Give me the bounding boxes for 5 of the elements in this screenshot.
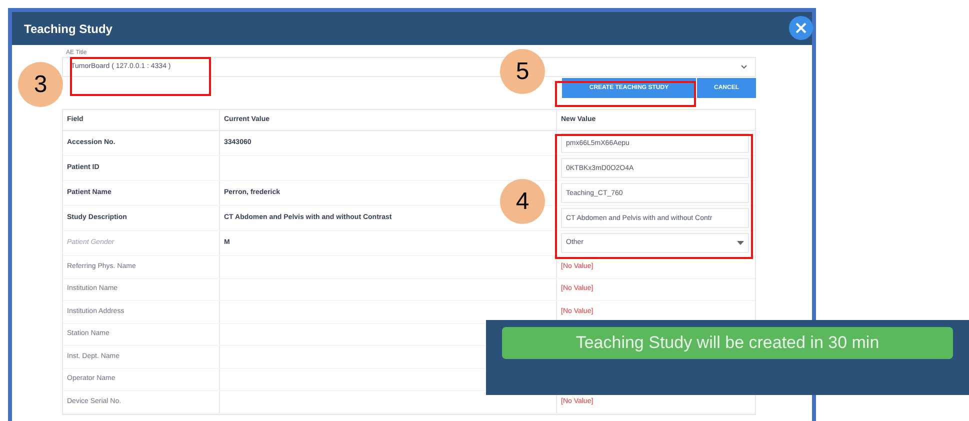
dropdown-arrow-icon [737, 241, 744, 245]
dialog-title: Teaching Study [24, 20, 112, 38]
close-icon[interactable] [789, 16, 813, 40]
success-message: Teaching Study will be created in 30 min [502, 327, 953, 359]
chevron-down-icon [741, 65, 747, 69]
